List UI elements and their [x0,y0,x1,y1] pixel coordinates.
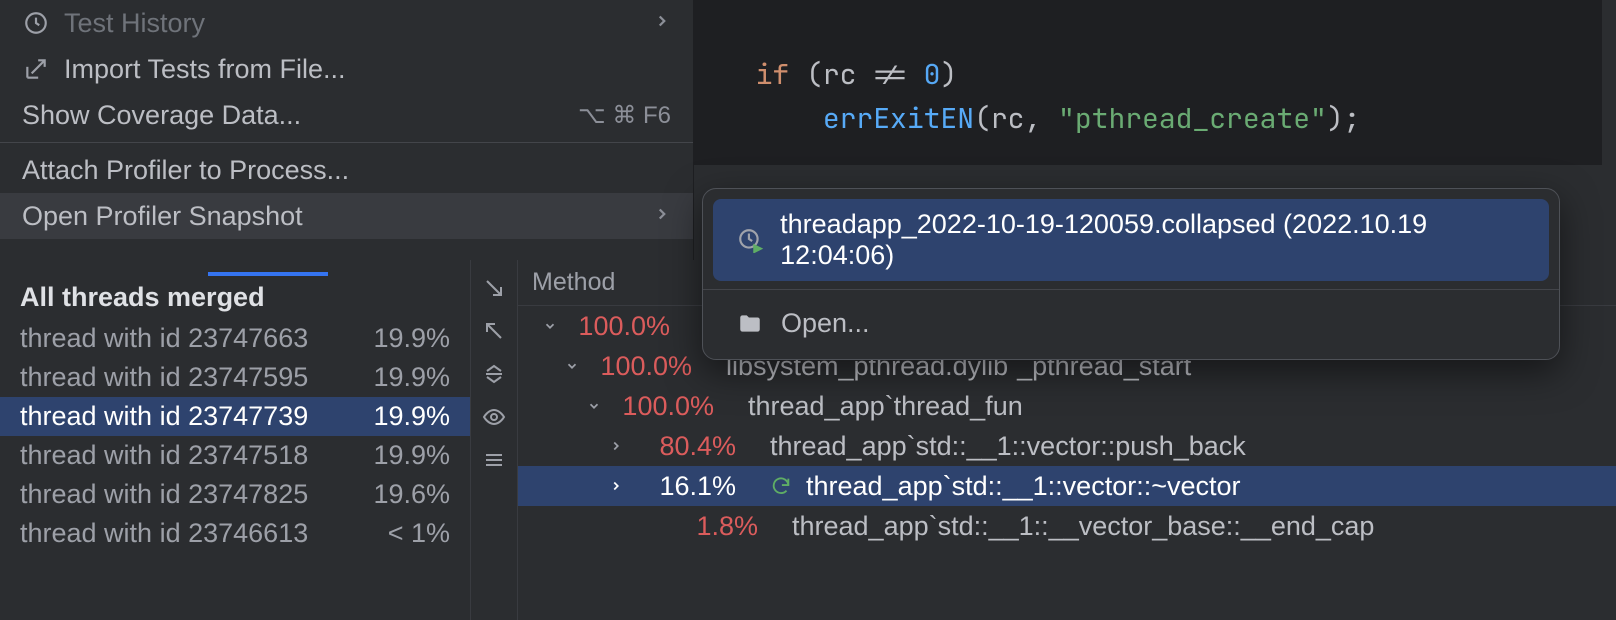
thread-percent: < 1% [388,518,450,549]
thread-name: thread with id 23746613 [20,518,308,549]
tree-method: thread_app`std::__1::vector::push_back [770,431,1246,462]
clock-icon [22,10,50,36]
active-tab-indicator [208,272,328,276]
thread-name: thread with id 23747825 [20,479,308,510]
profiler-tabs [0,260,470,276]
menu-item-show-coverage[interactable]: Show Coverage Data... ⌥ ⌘ F6 [0,92,693,138]
thread-name: thread with id 23747518 [20,440,308,471]
tree-percent: 80.4% [636,431,736,462]
chevron-right-icon [653,202,671,230]
submenu-item-open[interactable]: Open... [713,298,1549,349]
chevron-right-icon [653,9,671,37]
menu-item-label: Test History [64,8,639,39]
submenu-item-snapshot[interactable]: threadapp_2022-10-19-120059.collapsed (2… [713,199,1549,281]
thread-name: thread with id 23747739 [20,401,308,432]
threads-header: All threads merged [0,276,470,319]
thread-row[interactable]: thread with id 23747595 19.9% [0,358,470,397]
clock-play-icon [735,227,764,253]
thread-percent: 19.6% [373,479,450,510]
code-line: errExitEN(rc, "pthread_create"); [722,100,1360,137]
code-line: if (rc != 0) [722,56,957,93]
tree-toggle-icon[interactable] [540,319,560,333]
call-tree-row[interactable]: 80.4% thread_app`std::__1::vector::push_b… [518,426,1616,466]
menu-item-test-history[interactable]: Test History [0,0,693,46]
menu-item-label: Import Tests from File... [64,54,671,85]
thread-row[interactable]: thread with id 23747739 19.9% [0,397,470,436]
submenu-item-label: threadapp_2022-10-19-120059.collapsed (2… [780,209,1527,271]
menu-item-import-tests[interactable]: Import Tests from File... [0,46,693,92]
collapse-up-left-icon[interactable] [482,319,506,348]
thread-row[interactable]: thread with id 23747663 19.9% [0,319,470,358]
context-menu: Test History Import Tests from File... S… [0,0,694,260]
tree-toggle-icon[interactable] [606,479,626,493]
thread-row[interactable]: thread with id 23747825 19.6% [0,475,470,514]
tree-percent: 16.1% [636,471,736,502]
thread-row[interactable]: thread with id 23746613 < 1% [0,514,470,553]
thread-name: thread with id 23747663 [20,323,308,354]
menu-item-shortcut: ⌥ ⌘ F6 [578,101,671,130]
recursive-icon [770,475,792,497]
expand-down-right-icon[interactable] [482,276,506,305]
menu-item-label: Show Coverage Data... [22,100,564,131]
thread-percent: 19.9% [373,362,450,393]
tree-toggle-icon[interactable] [606,439,626,453]
thread-name: thread with id 23747595 [20,362,308,393]
thread-percent: 19.9% [373,323,450,354]
call-tree-row[interactable]: 16.1% thread_app`std::__1::vector::~vecto… [518,466,1616,506]
thread-percent: 19.9% [373,401,450,432]
menu-item-open-profiler-snapshot[interactable]: Open Profiler Snapshot [0,193,693,239]
menu-item-attach-profiler[interactable]: Attach Profiler to Process... [0,147,693,193]
eye-icon[interactable] [482,405,506,434]
call-tree-row[interactable]: 1.8% thread_app`std::__1::__vector_base::… [518,506,1616,546]
collapse-all-icon[interactable] [482,362,506,391]
submenu-separator [703,289,1559,290]
import-icon [22,56,50,82]
menu-item-label: Open Profiler Snapshot [22,201,639,232]
tree-percent: 100.0% [614,391,714,422]
folder-icon [735,311,765,337]
menu-item-label: Attach Profiler to Process... [22,155,671,186]
tree-toggle-icon[interactable] [562,359,582,373]
list-icon[interactable] [482,448,506,477]
tree-percent: 1.8% [658,511,758,542]
threads-panel: All threads merged thread with id 237476… [0,260,470,620]
menu-separator [0,142,693,143]
submenu-item-label: Open... [781,308,870,339]
call-tree-row[interactable]: 100.0% thread_app`thread_fun [518,386,1616,426]
tree-percent: 100.0% [592,351,692,382]
profiler-toolbar [470,260,518,620]
tree-method: thread_app`std::__1::vector::~vector [806,471,1241,502]
thread-row[interactable]: thread with id 23747518 19.9% [0,436,470,475]
tree-method: thread_app`std::__1::__vector_base::__en… [792,511,1374,542]
editor-scrollbar[interactable] [1602,0,1616,259]
tree-toggle-icon[interactable] [584,399,604,413]
tree-method: thread_app`thread_fun [748,391,1023,422]
open-profiler-snapshot-submenu: threadapp_2022-10-19-120059.collapsed (2… [702,188,1560,360]
thread-percent: 19.9% [373,440,450,471]
tree-percent: 100.0% [570,311,670,342]
